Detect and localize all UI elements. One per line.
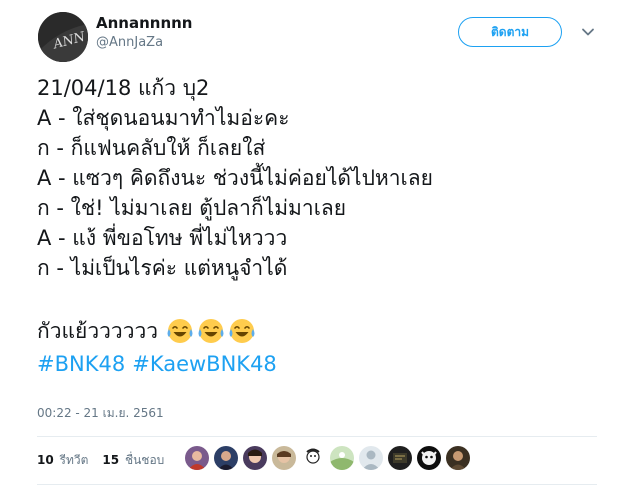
liker-avatar[interactable]: [243, 446, 267, 470]
like-stat[interactable]: 15 ชื่นชอบ: [102, 451, 164, 470]
hashtag-link[interactable]: #KaewBNK48: [132, 352, 277, 376]
tears-of-joy-emoji-icon: [229, 319, 255, 343]
tweet-timestamp[interactable]: 00:22 - 21 เม.ย. 2561: [37, 404, 164, 423]
liker-avatar[interactable]: [359, 446, 383, 470]
tweet-line: ก - ไม่เป็นไรค่ะ แต่หนูจำได้: [37, 256, 288, 280]
liker-avatar[interactable]: [214, 446, 238, 470]
liker-avatar[interactable]: [272, 446, 296, 470]
tweet-line: ก - ก็แฟนคลับให้ ก็เลยใส่: [37, 136, 266, 160]
chevron-down-icon[interactable]: [580, 24, 596, 40]
retweet-label: รีทวีต: [59, 452, 89, 467]
liker-avatar[interactable]: [330, 446, 354, 470]
follow-button[interactable]: ติดตาม: [458, 17, 562, 47]
like-label: ชื่นชอบ: [124, 452, 165, 467]
tweet-stats: 10 รีทวีต 15 ชื่นชอบ: [37, 448, 178, 472]
tweet-line: ก - ใช่! ไม่มาเลย ตู้ปลาก็ไม่มาเลย: [37, 196, 347, 220]
divider: [37, 484, 597, 485]
hashtag-link[interactable]: #BNK48: [37, 352, 125, 376]
author-name[interactable]: Annannnnn: [96, 14, 192, 32]
author-handle[interactable]: @AnnJaZa: [96, 35, 163, 50]
liker-avatar[interactable]: [185, 446, 209, 470]
author-avatar[interactable]: ANN: [38, 12, 88, 62]
tweet-line: A - แง้ พี่ขอโทษ พี่ไม่ไหววว: [37, 226, 288, 250]
liker-avatar[interactable]: [446, 446, 470, 470]
liker-avatar[interactable]: [301, 446, 325, 470]
divider: [37, 436, 597, 437]
retweet-stat[interactable]: 10 รีทวีต: [37, 451, 88, 470]
like-count: 15: [102, 452, 120, 467]
tweet-line: 21/04/18 แก้ว บุ2: [37, 76, 210, 100]
hashtags: #BNK48 #KaewBNK48: [37, 349, 597, 381]
retweet-count: 10: [37, 452, 54, 467]
tweet-line: A - แซวๆ คิดถึงนะ ช่วงนี้ไม่ค่อยได้ไปหาเ…: [37, 166, 433, 190]
closing-line: กัวแย้วววววว: [37, 313, 597, 349]
liker-avatars: [185, 446, 475, 470]
liker-avatar[interactable]: [417, 446, 441, 470]
tears-of-joy-emoji-icon: [198, 319, 224, 343]
tweet-card: ANN Annannnnn @AnnJaZa ติดตาม 21/04/18 แ…: [0, 0, 618, 497]
closing-text: กัวแย้วววววว: [37, 319, 159, 343]
tweet-text: 21/04/18 แก้ว บุ2 A - ใส่ชุดนอนมาทำไมอ่ะ…: [37, 73, 597, 381]
liker-avatar[interactable]: [388, 446, 412, 470]
tweet-line: A - ใส่ชุดนอนมาทำไมอ่ะคะ: [37, 106, 290, 130]
tears-of-joy-emoji-icon: [167, 319, 193, 343]
